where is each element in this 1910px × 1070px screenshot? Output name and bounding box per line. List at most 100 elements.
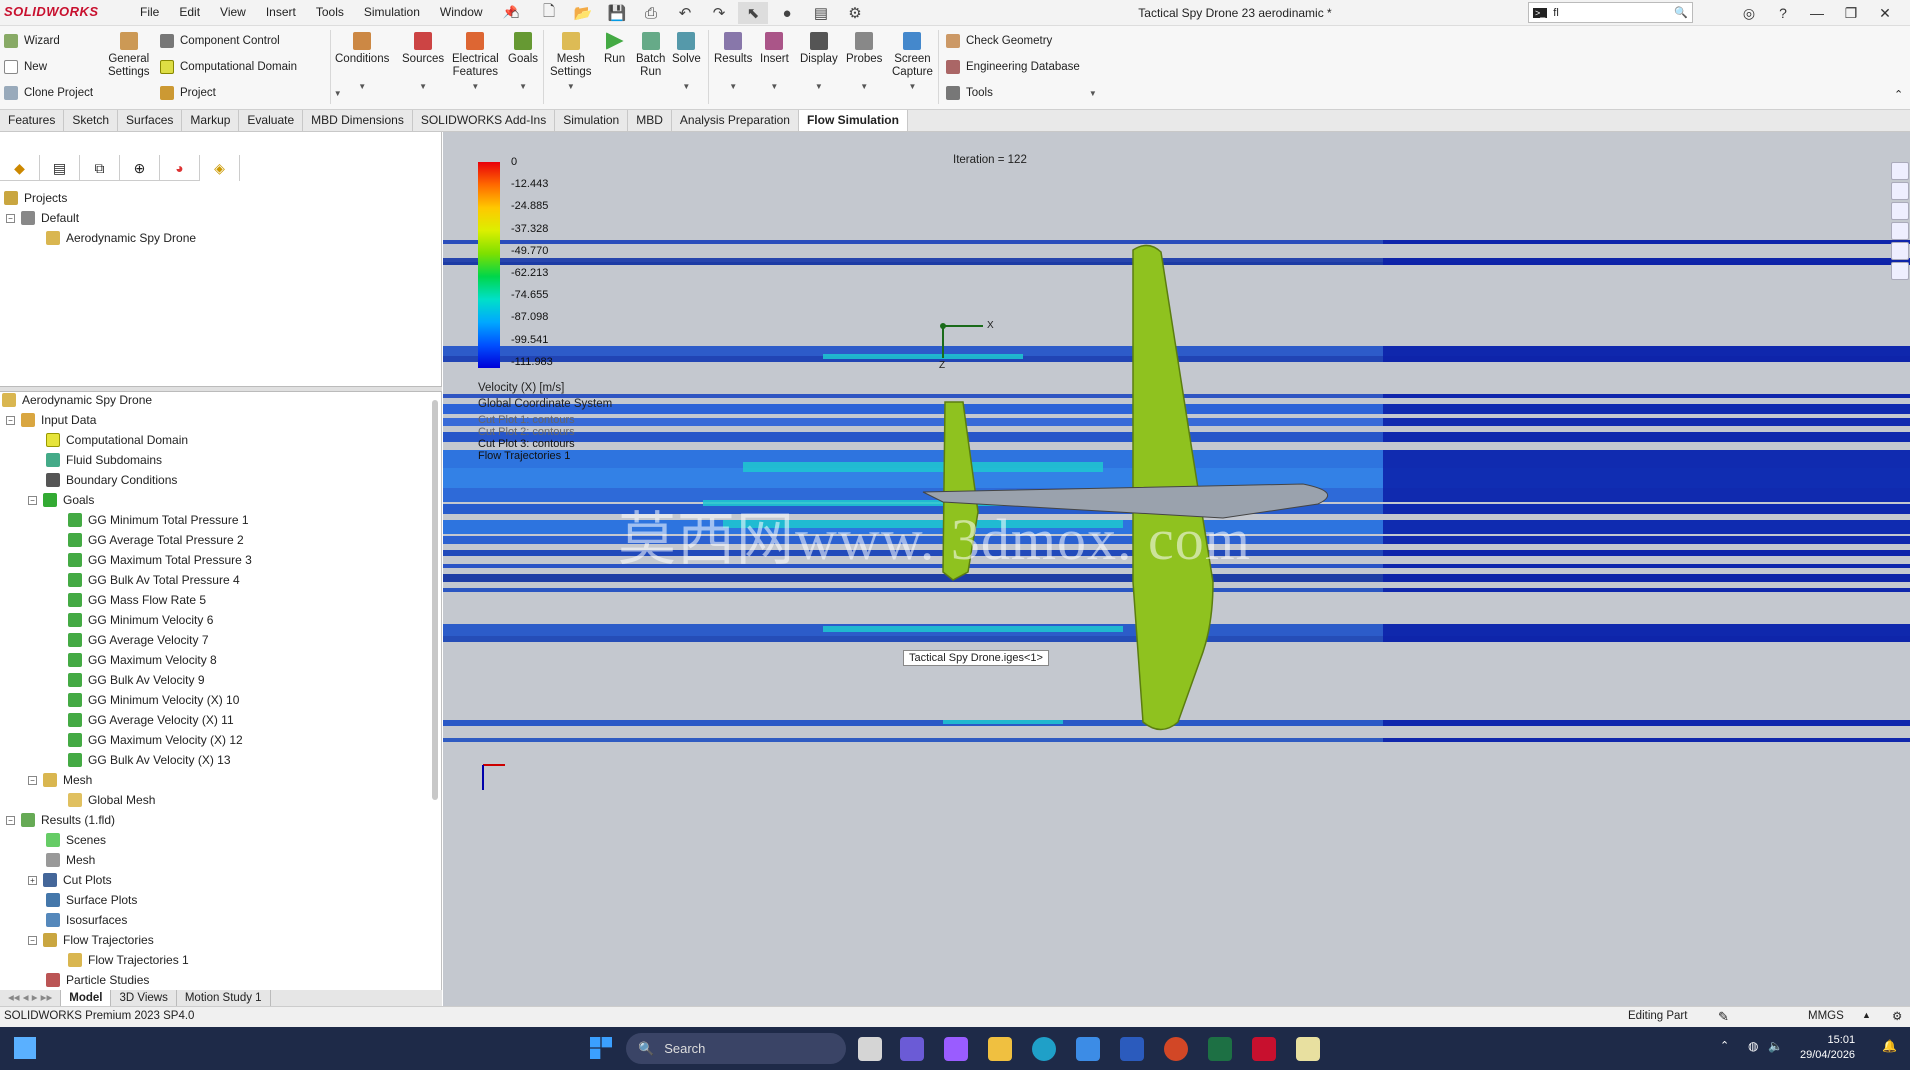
collapse-icon[interactable]: − [28,935,37,945]
file-explorer-icon[interactable] [988,1037,1012,1061]
taskbar-clock[interactable]: 15:01 29/04/2026 [1800,1033,1855,1063]
project-dropdown[interactable]: Project ▼ [160,86,342,100]
property-manager-tab-icon[interactable]: ▤ [40,155,80,181]
tree-goal-item[interactable]: GG Bulk Av Total Pressure 4 [68,570,240,590]
tree-goals[interactable]: − Goals [28,490,94,510]
unit-arrow-icon[interactable]: ▲ [1862,1010,1871,1020]
save-icon[interactable]: 💾 [602,2,632,24]
dimxpert-tab-icon[interactable]: ⊕ [120,155,160,181]
menu-insert[interactable]: Insert [256,5,306,19]
tab-markup[interactable]: Markup [182,110,240,131]
collapse-icon[interactable]: − [6,415,15,425]
help-icon[interactable]: ? [1769,2,1797,24]
configuration-manager-tab-icon[interactable]: ⧉ [80,155,120,181]
tab-sketch[interactable]: Sketch [64,110,119,131]
clone-project-button[interactable]: Clone Project [4,86,93,100]
tree-goal-item[interactable]: GG Bulk Av Velocity (X) 13 [68,750,231,770]
tab-3d-views[interactable]: 3D Views [111,990,177,1006]
component-control-button[interactable]: Component Control [160,34,280,48]
tree-scrollbar[interactable] [432,400,438,800]
options-gear-icon[interactable]: ⚙ [840,2,870,24]
tab-evaluate[interactable]: Evaluate [239,110,304,131]
search-commands-input[interactable]: >_ fl 🔍 [1528,2,1693,23]
batch-run-button[interactable]: Batch Run [636,32,665,79]
undo-icon[interactable]: ↶ [670,2,700,24]
new-project-button[interactable]: New [4,60,47,74]
display-manager-tab-icon[interactable]: ◕ [160,155,200,181]
menu-file[interactable]: File [130,5,169,19]
tree-global-mesh[interactable]: Global Mesh [68,790,155,810]
insert-button[interactable]: Insert ▼ [760,32,789,93]
mesh-settings-button[interactable]: Mesh Settings ▼ [550,32,592,93]
tree-goal-item[interactable]: GG Bulk Av Velocity 9 [68,670,205,690]
network-icon[interactable]: ◍ [1748,1039,1758,1053]
engineering-database-button[interactable]: Engineering Database [946,60,1080,74]
general-settings-button[interactable]: General Settings [108,32,150,79]
open-folder-icon[interactable]: 📂 [568,2,598,24]
traffic-light-icon[interactable]: ● [772,2,802,24]
excel-icon[interactable] [1208,1037,1232,1061]
collapse-icon[interactable]: − [6,815,15,825]
tree-input-data[interactable]: − Input Data [6,410,96,430]
select-cursor-icon[interactable]: ⬉ [738,2,768,24]
task-pane-home-icon[interactable] [1891,162,1909,180]
show-hidden-icons[interactable]: ⌃ [1720,1039,1729,1052]
copilot-icon[interactable] [944,1037,968,1061]
menu-tools[interactable]: Tools [306,5,354,19]
tab-motion-study[interactable]: Motion Study 1 [177,990,271,1006]
tree-goal-item[interactable]: GG Minimum Velocity 6 [68,610,213,630]
tab-analysis-preparation[interactable]: Analysis Preparation [672,110,799,131]
tree-default-config[interactable]: − Default [6,208,79,228]
tree-flow-trajectories-1[interactable]: Flow Trajectories 1 [68,950,189,970]
tree-isosurfaces[interactable]: Isosurfaces [46,910,127,930]
task-pane-library-icon[interactable] [1891,182,1909,200]
rebuild-icon[interactable]: ✎ [1718,1009,1729,1025]
nav-arrows[interactable]: ◂◂ ◂ ▸ ▸▸ [0,990,62,1006]
screen-capture-button[interactable]: Screen Capture ▼ [892,32,933,93]
user-account-icon[interactable]: ◎ [1735,2,1763,24]
word-icon[interactable] [1120,1037,1144,1061]
run-button[interactable]: Run [604,32,625,66]
collapse-icon[interactable]: − [28,775,37,785]
menu-view[interactable]: View [210,5,256,19]
search-icon[interactable]: 🔍 [1674,6,1688,19]
volume-icon[interactable]: 🔈 [1768,1039,1783,1053]
widgets-icon[interactable] [14,1037,36,1059]
feature-manager-tab-icon[interactable]: ◆ [0,155,40,181]
expand-icon[interactable]: + [28,875,37,885]
electrical-features-button[interactable]: Electrical Features ▼ [452,32,499,93]
windows-start-icon[interactable] [590,1037,612,1059]
menu-edit[interactable]: Edit [169,5,210,19]
collapse-icon[interactable]: − [6,213,15,223]
task-pane-palette-icon[interactable] [1891,222,1909,240]
tree-results[interactable]: − Results (1.fld) [6,810,115,830]
store-icon[interactable] [1076,1037,1100,1061]
home-icon[interactable]: ⌂ [500,2,530,24]
tree-goal-item[interactable]: GG Maximum Velocity 8 [68,650,217,670]
tree-goal-item[interactable]: GG Average Velocity (X) 11 [68,710,234,730]
tab-simulation[interactable]: Simulation [555,110,629,131]
check-geometry-button[interactable]: Check Geometry [946,34,1052,48]
tree-goal-item[interactable]: GG Maximum Velocity (X) 12 [68,730,243,750]
tab-model[interactable]: Model [61,990,112,1006]
restore-button[interactable]: ❐ [1837,2,1865,24]
tab-solidworks-add-ins[interactable]: SOLIDWORKS Add-Ins [413,110,556,131]
tab-flow-simulation[interactable]: Flow Simulation [798,110,908,131]
tab-mbd[interactable]: MBD [628,110,672,131]
computational-domain-button[interactable]: Computational Domain [160,60,297,74]
solve-button[interactable]: Solve ▼ [672,32,701,93]
task-pane-appearance-icon[interactable] [1891,242,1909,260]
tree-goal-item[interactable]: GG Mass Flow Rate 5 [68,590,206,610]
flow-app-icon[interactable] [1296,1037,1320,1061]
tree-projects-root[interactable]: Projects [4,188,67,208]
close-button[interactable]: ✕ [1871,2,1899,24]
conditions-button[interactable]: Conditions ▼ [335,32,389,93]
sources-button[interactable]: Sources ▼ [402,32,444,93]
tree-scenes[interactable]: Scenes [46,830,106,850]
flow-simulation-tab-icon[interactable]: ◈ [200,155,240,181]
unit-system-dropdown[interactable]: MMGS [1808,1010,1844,1022]
print-icon[interactable]: ⎙ [636,2,666,24]
tab-surfaces[interactable]: Surfaces [118,110,183,131]
graphics-viewport[interactable]: Iteration = 122 0 -12.443 -24.885 -37.328 -4… [443,132,1910,1006]
task-pane-properties-icon[interactable] [1891,262,1909,280]
